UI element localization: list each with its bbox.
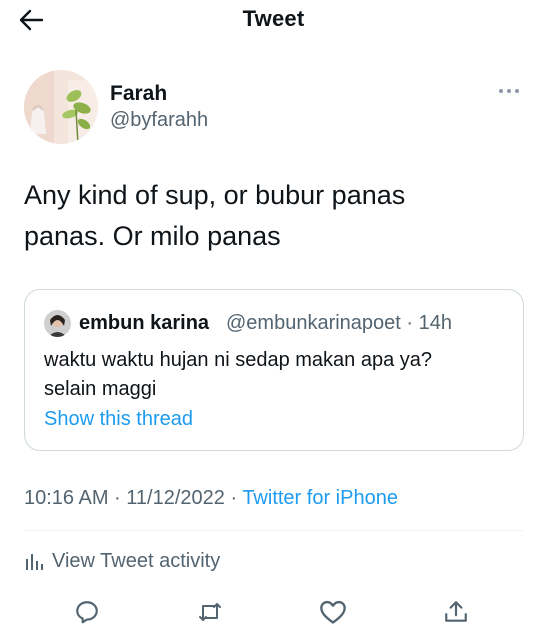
reply-button[interactable] bbox=[70, 596, 104, 628]
bar-chart-icon bbox=[26, 554, 43, 570]
tweet-author: Farah @byfarahh bbox=[24, 70, 523, 146]
share-icon bbox=[445, 601, 467, 622]
quote-text-line: waktu waktu hujan ni sedap makan apa ya? bbox=[44, 349, 433, 371]
tweet-text-line: Any kind of sup, or bubur panas bbox=[24, 180, 406, 210]
tweet-source-link[interactable]: Twitter for iPhone bbox=[242, 487, 398, 509]
show-thread-link[interactable]: Show this thread bbox=[44, 408, 193, 431]
quote-avatar bbox=[44, 310, 71, 337]
like-button[interactable] bbox=[316, 596, 350, 628]
page-title: Tweet bbox=[242, 6, 305, 31]
more-icon bbox=[499, 89, 519, 93]
author-handle[interactable]: @byfarahh bbox=[110, 109, 208, 132]
top-bar: Tweet bbox=[0, 0, 547, 40]
like-icon bbox=[320, 600, 346, 624]
tweet-actions bbox=[0, 592, 547, 632]
quote-author-meta: @embunkarinapoet · 14h bbox=[226, 312, 452, 334]
tweet-text: Any kind of sup, or bubur panas panas. O… bbox=[24, 175, 524, 257]
quoted-tweet[interactable]: embun karina @embunkarinapoet · 14h wakt… bbox=[24, 289, 524, 451]
view-tweet-activity-label: View Tweet activity bbox=[52, 549, 221, 572]
reply-icon bbox=[76, 601, 98, 624]
author-name[interactable]: Farah bbox=[110, 82, 167, 106]
tweet-meta: 10:16 AM · 11/12/2022 · Twitter for iPho… bbox=[24, 487, 398, 510]
quote-text-line: selain maggi bbox=[44, 378, 157, 400]
retweet-button[interactable] bbox=[193, 596, 227, 628]
share-button[interactable] bbox=[439, 596, 473, 628]
retweet-icon bbox=[199, 603, 221, 621]
tweet-timestamp: 10:16 AM · 11/12/2022 · bbox=[24, 487, 243, 509]
quote-author-name: embun karina bbox=[79, 312, 210, 334]
divider bbox=[24, 530, 523, 531]
quote-text: waktu waktu hujan ni sedap makan apa ya?… bbox=[44, 346, 504, 404]
avatar[interactable] bbox=[24, 70, 98, 144]
more-button[interactable] bbox=[497, 84, 521, 98]
tweet-text-line: panas. Or milo panas bbox=[24, 221, 281, 251]
view-tweet-activity-button[interactable]: View Tweet activity bbox=[24, 547, 220, 575]
